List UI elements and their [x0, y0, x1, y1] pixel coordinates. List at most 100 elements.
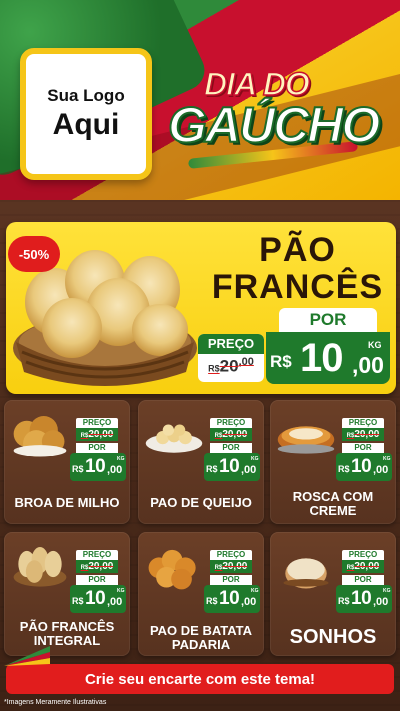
preco-label: PREÇO [342, 550, 384, 560]
logo-line-1: Sua Logo [47, 86, 125, 105]
price-tag: PREÇO R$20,00 POR R$ 10,00 KG [336, 550, 392, 616]
hero-old-price: R$20,00 [200, 356, 262, 377]
new-price: R$ 10,00 KG [336, 453, 392, 481]
unit: KG [117, 588, 125, 594]
product-name: PÃO FRANCÊS INTEGRAL [19, 619, 115, 648]
preco-label: PREÇO [210, 418, 252, 428]
new-dec: ,00 [107, 464, 123, 476]
unit: KG [251, 456, 259, 462]
new-dec: ,00 [373, 464, 389, 476]
new-dec: ,00 [241, 464, 257, 476]
old-price: R$20,00 [342, 428, 384, 441]
product-card: PREÇO R$20,00 POR R$ 10,00 KG PAO DE QUEIJO [138, 400, 264, 524]
hero-old-int: 20 [219, 356, 239, 376]
new-dec: ,00 [107, 596, 123, 608]
header-banner: Sua Logo Aqui DIA DO GAÚCHO [0, 0, 400, 200]
por-label: POR [210, 443, 252, 453]
product-image [13, 416, 67, 457]
product-image [13, 547, 67, 587]
product-name: PAO DE BATATA PADARIA [149, 623, 253, 652]
por-label: POR [210, 575, 252, 585]
event-title-line-2: GAÚCHO [167, 96, 381, 154]
hero-old-currency: R$ [208, 363, 220, 374]
hero-new-price: R$ 10 ,00 KG [266, 332, 390, 384]
por-label: POR [76, 443, 118, 453]
hero-product-name-line-2: FRANCÊS [211, 268, 384, 306]
old-value: 20,00 [88, 429, 114, 440]
old-price: R$20,00 [342, 560, 384, 573]
new-price: R$ 10,00 KG [336, 585, 392, 613]
product-image [145, 424, 203, 453]
product-card: PREÇO R$20,00 POR R$ 10,00 KG PÃO FRANCÊS INTE… [4, 532, 130, 656]
por-label: POR [342, 575, 384, 585]
price-tag: PREÇO R$20,00 POR R$ 10,00 KG [336, 418, 392, 484]
unit: KG [251, 588, 259, 594]
product-card: PREÇO R$20,00 POR R$ 10,00 KG ROSCA COM CREME [270, 400, 396, 524]
product-card: PREÇO R$20,00 POR R$ 10,00 KG PAO DE BATATA PA… [138, 532, 264, 656]
product-name: PAO DE QUEIJO [150, 495, 252, 510]
new-dec: ,00 [373, 596, 389, 608]
price-tag: PREÇO R$20,00 POR R$ 10,00 KG [204, 418, 260, 484]
unit: KG [383, 456, 391, 462]
preco-label: PREÇO [76, 550, 118, 560]
new-dec: ,00 [241, 596, 257, 608]
old-value: 20,00 [222, 561, 248, 572]
new-currency: R$ [72, 464, 84, 474]
por-label: POR [76, 575, 118, 585]
hero-new-currency: R$ [270, 352, 292, 371]
old-price: R$20,00 [210, 560, 252, 573]
new-int: 10 [219, 456, 240, 477]
old-value: 20,00 [88, 561, 114, 572]
price-tag: PREÇO R$20,00 POR R$ 10,00 KG [204, 550, 260, 616]
old-value: 20,00 [354, 561, 380, 572]
new-price: R$ 10,00 KG [70, 585, 126, 613]
hero-old-price-box: PREÇO R$20,00 [198, 334, 264, 382]
hero-product-name: PÃO FRANCÊS [205, 232, 390, 306]
hero-new-int: 10 [300, 336, 343, 380]
new-int: 10 [351, 588, 372, 609]
product-image [283, 558, 329, 589]
new-price: R$ 10,00 KG [204, 585, 260, 613]
preco-label: PREÇO [210, 550, 252, 560]
product-name: ROSCA COM CREME [292, 489, 374, 518]
hero-por-label: POR [279, 308, 377, 332]
preco-label: PREÇO [342, 418, 384, 428]
product-image [148, 549, 196, 590]
new-currency: R$ [72, 596, 84, 606]
flag-corner-icon [4, 646, 50, 666]
old-price: R$20,00 [76, 428, 118, 441]
hero-new-dec: ,00 [352, 352, 384, 378]
new-price: R$ 10,00 KG [204, 453, 260, 481]
unit: KG [383, 588, 391, 594]
new-currency: R$ [206, 596, 218, 606]
hero-preco-label: PREÇO [198, 334, 264, 354]
new-price: R$ 10,00 KG [70, 453, 126, 481]
discount-badge: -50% [8, 236, 60, 272]
product-card: PREÇO R$20,00 POR R$ 10,00 KG BROA DE MILHO [4, 400, 130, 524]
product-card: PREÇO R$20,00 POR R$ 10,00 KG SONHOS [270, 532, 396, 656]
old-value: 20,00 [222, 429, 248, 440]
new-int: 10 [85, 588, 106, 609]
old-price: R$20,00 [210, 428, 252, 441]
product-image [277, 426, 335, 454]
product-name: SONHOS [289, 626, 377, 648]
price-tag: PREÇO R$20,00 POR R$ 10,00 KG [70, 550, 126, 616]
create-flyer-button[interactable]: Crie seu encarte com este tema! [6, 664, 394, 694]
old-value: 20,00 [354, 429, 380, 440]
hero-old-dec: ,00 [238, 356, 254, 368]
disclaimer-text: *Imagens Meramente Ilustrativas [4, 699, 107, 706]
preco-label: PREÇO [76, 418, 118, 428]
price-tag: PREÇO R$20,00 POR R$ 10,00 KG [70, 418, 126, 484]
por-label: POR [342, 443, 384, 453]
new-currency: R$ [206, 464, 218, 474]
hero-unit: KG [368, 340, 382, 350]
product-name: BROA DE MILHO [14, 495, 120, 510]
unit: KG [117, 456, 125, 462]
store-logo-placeholder: Sua Logo Aqui [20, 48, 152, 180]
new-int: 10 [219, 588, 240, 609]
new-currency: R$ [338, 464, 350, 474]
new-currency: R$ [338, 596, 350, 606]
logo-line-2: Aqui [52, 108, 120, 141]
new-int: 10 [351, 456, 372, 477]
old-price: R$20,00 [76, 560, 118, 573]
